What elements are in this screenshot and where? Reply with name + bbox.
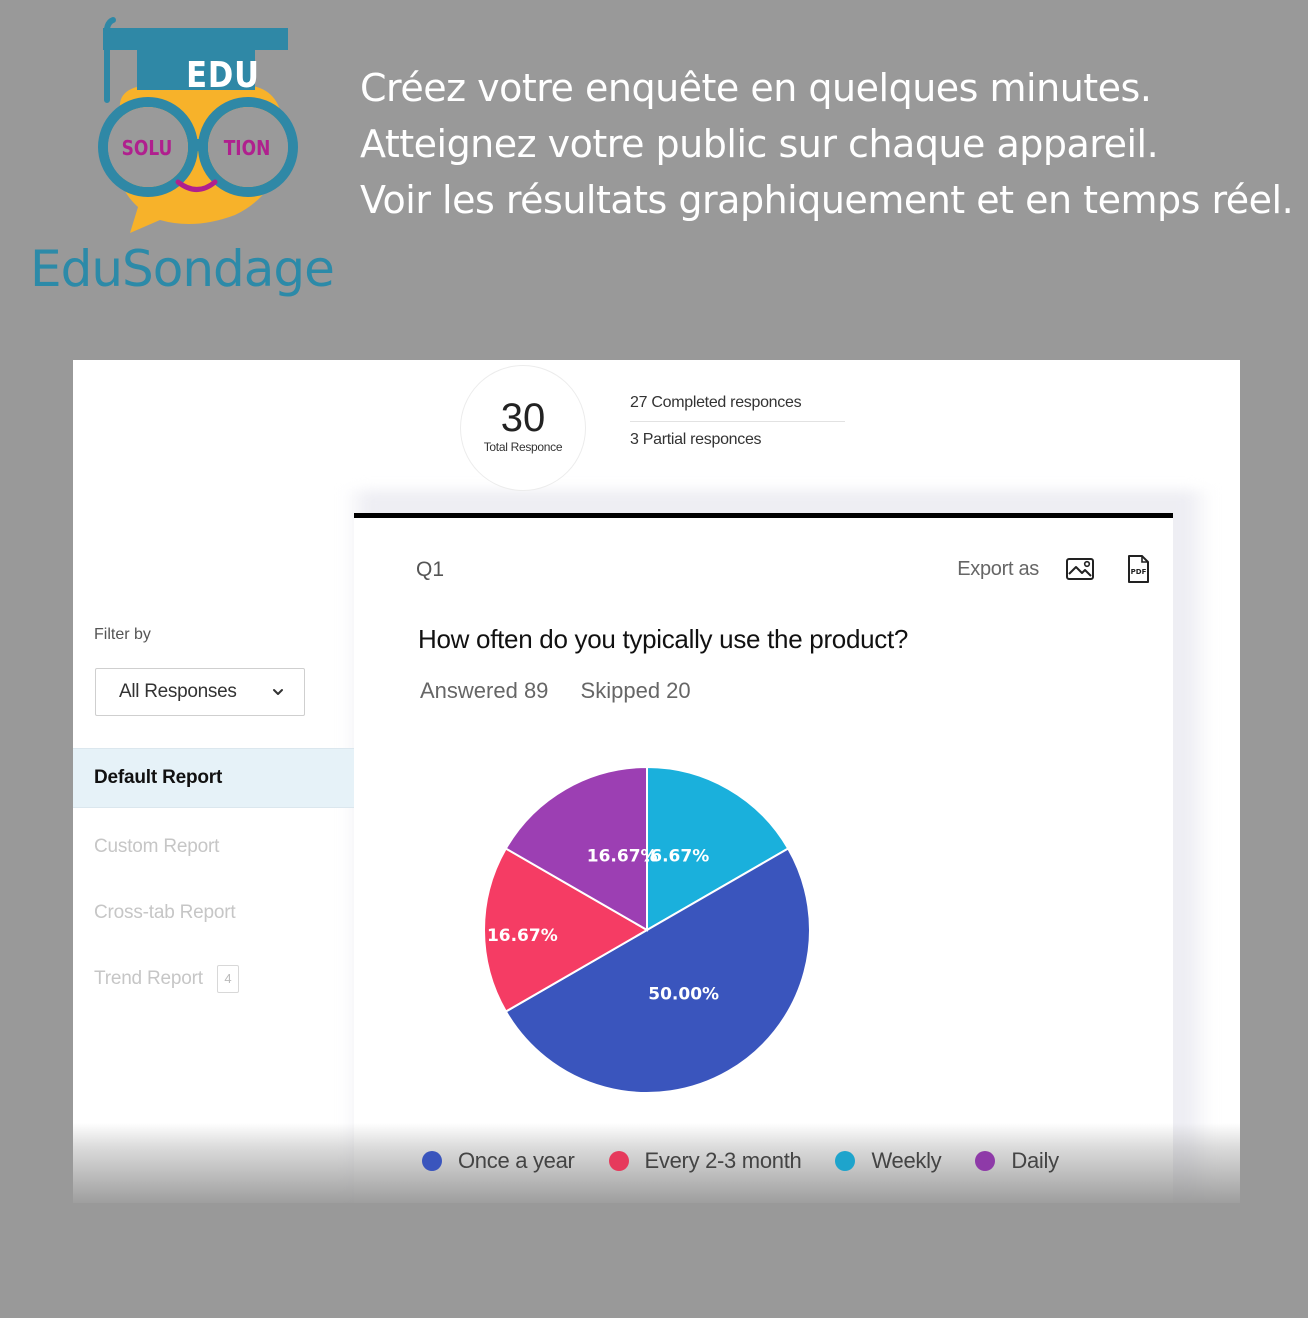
nav-item-default-report[interactable]: Default Report [73,748,354,808]
logo-lens-left-text: SOLU [121,136,173,160]
nav-item-custom-report[interactable]: Custom Report [73,818,354,876]
total-response-count: 30 [500,396,546,440]
response-breakdown: 27 Completed responces 3 Partial responc… [630,394,845,449]
legend-label: Daily [1011,1148,1059,1173]
report-nav: Default Report Custom Report Cross-tab R… [73,748,354,1016]
pie-data-label: 50.00% [648,985,719,1005]
legend-item-once-a-year[interactable]: Once a year [422,1148,575,1174]
legend-dot-icon [835,1151,856,1171]
pie-data-label: 16.67% [487,926,558,946]
legend-item-daily[interactable]: Daily [975,1148,1059,1174]
chevron-down-icon [273,689,283,695]
edusondage-logo: EDU SOLU TION EduSondage [25,15,345,300]
legend-label: Once a year [458,1148,575,1173]
legend-label: Every 2-3 month [644,1148,802,1173]
nav-item-label: Custom Report [94,836,220,857]
taglines: Créez votre enquête en quelques minutes.… [360,60,1294,228]
legend-dot-icon [422,1151,442,1171]
filter-dropdown[interactable]: All Responses [95,668,305,716]
tagline: Créez votre enquête en quelques minutes. [360,66,1152,110]
chart-legend: Once a year Every 2-3 month Weekly Daily [422,1148,1093,1174]
logo-wordmark: EduSondage [30,240,335,298]
legend-item-weekly[interactable]: Weekly [835,1148,942,1174]
tagline: Atteignez votre public sur chaque appare… [360,122,1159,166]
pie-data-label: 16.67% [587,846,658,866]
nav-item-trend-report[interactable]: Trend Report 4 [73,950,354,1008]
legend-dot-icon [608,1151,629,1171]
question-card: Q1 Export as PDF How often do you typica… [354,513,1173,1203]
filter-dropdown-value: All Responses [119,681,237,702]
legend-item-every-2-3-month[interactable]: Every 2-3 month [608,1148,802,1174]
nav-item-label: Default Report [94,767,223,788]
pie-chart: 16.67%50.00%16.67%16.67% [483,765,812,1094]
logo-lens-right-text: TION [223,136,271,160]
filter-label: Filter by [94,626,151,643]
tagline: Voir les résultats graphiquement et en t… [360,178,1294,222]
logo-cap-text: EDU [186,55,260,96]
partial-responses: 3 Partial responces [630,431,762,448]
total-response-circle: 30 Total Responce [460,365,586,491]
legend-label: Weekly [871,1148,942,1173]
legend-dot-icon [975,1151,996,1171]
nav-item-label: Trend Report [94,968,203,989]
nav-item-cross-tab-report[interactable]: Cross-tab Report [73,884,354,942]
completed-responses: 27 Completed responces [630,394,845,422]
report-panel: 30 Total Responce 27 Completed responces… [73,360,1240,1203]
nav-item-label: Cross-tab Report [94,902,236,923]
total-response-label: Total Responce [483,440,563,454]
trend-report-badge: 4 [216,965,239,993]
